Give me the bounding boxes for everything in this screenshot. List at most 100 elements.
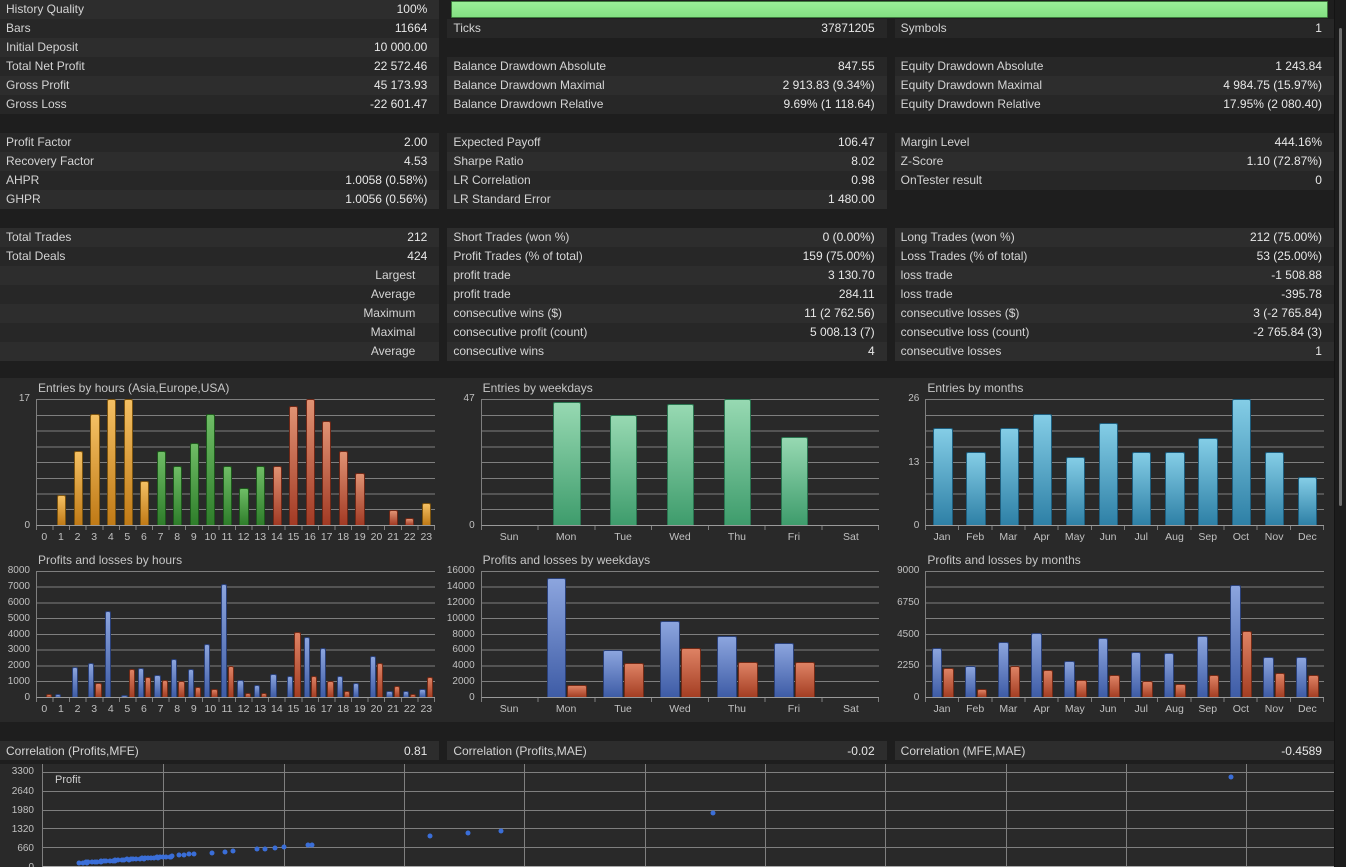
bar bbox=[567, 685, 587, 697]
stat-row: Total Deals424 bbox=[0, 247, 439, 266]
bar bbox=[1198, 438, 1217, 525]
y-axis-labels: 33002640198013206600 bbox=[0, 764, 38, 867]
chart-title: Profits and losses by hours bbox=[38, 553, 182, 567]
stat-row: consecutive profit (count)5 008.13 (7) bbox=[447, 323, 886, 342]
bar bbox=[781, 437, 808, 525]
y-axis-tick-label: 0 bbox=[469, 520, 475, 531]
bar bbox=[1064, 661, 1075, 697]
stat-row bbox=[895, 114, 1334, 133]
stat-row: Recovery Factor4.53 bbox=[0, 152, 439, 171]
x-axis-tick-label: 19 bbox=[352, 531, 369, 545]
bar-slot bbox=[823, 399, 880, 525]
bar-slot bbox=[652, 571, 709, 697]
stat-value: 37871205 bbox=[821, 19, 886, 38]
x-axis-tick-label: Jan bbox=[925, 531, 958, 545]
bar bbox=[327, 681, 333, 697]
stat-row: Maximal bbox=[0, 323, 439, 342]
stat-label: Recovery Factor bbox=[0, 152, 404, 171]
bar-slot bbox=[482, 399, 539, 525]
stats-column-right: Symbols1Equity Drawdown Absolute1 243.84… bbox=[895, 0, 1334, 361]
bar bbox=[1175, 684, 1186, 697]
x-axis-tick-label: 14 bbox=[269, 531, 286, 545]
scatter-section: 33002640198013206600Profit bbox=[0, 764, 1334, 867]
y-axis-tick-label: 0 bbox=[914, 520, 920, 531]
y-axis-tick-label: 0 bbox=[24, 692, 30, 703]
stat-row: Equity Drawdown Relative17.95% (2 080.40… bbox=[895, 95, 1334, 114]
x-axis-tick-label: Feb bbox=[959, 703, 992, 717]
x-axis-tick-label: Mon bbox=[538, 531, 595, 545]
x-axis-tick-label: 21 bbox=[385, 703, 402, 717]
y-axis-labels: 90006750450022500 bbox=[889, 571, 921, 698]
scatter-point bbox=[113, 858, 118, 863]
x-axis-tick-label: Sat bbox=[822, 703, 879, 717]
x-axis-tick-label: 4 bbox=[102, 531, 119, 545]
x-axis-tick-label: Fri bbox=[765, 531, 822, 545]
bar bbox=[1031, 633, 1042, 697]
stat-label: LR Standard Error bbox=[447, 190, 828, 209]
bar bbox=[46, 694, 52, 697]
stat-row bbox=[447, 209, 886, 228]
stat-label: Z-Score bbox=[895, 152, 1247, 171]
bar bbox=[237, 680, 243, 697]
stat-row: Z-Score1.10 (72.87%) bbox=[895, 152, 1334, 171]
scatter-point bbox=[99, 859, 104, 864]
bar-slot bbox=[37, 399, 54, 525]
bar-slot bbox=[136, 571, 153, 697]
stat-value: 45 173.93 bbox=[374, 76, 439, 95]
correlation-cell: Correlation (Profits,MAE)-0.02 bbox=[447, 741, 886, 760]
plot-area bbox=[925, 399, 1324, 526]
bar bbox=[121, 695, 127, 697]
gridline bbox=[163, 764, 164, 866]
stat-value: 1.0058 (0.58%) bbox=[345, 171, 439, 190]
bar-slot bbox=[269, 399, 286, 525]
bar bbox=[410, 694, 416, 697]
bar-slot bbox=[203, 571, 220, 697]
gridline bbox=[645, 764, 646, 866]
scatter-point bbox=[465, 831, 470, 836]
bar bbox=[1010, 666, 1021, 698]
scatter-point bbox=[711, 811, 716, 816]
x-axis-labels: JanFebMarAprMayJunJulAugSepOctNovDec bbox=[925, 531, 1324, 545]
bar bbox=[289, 406, 298, 525]
scrollbar-track[interactable] bbox=[1334, 0, 1346, 867]
stat-label: Equity Drawdown Maximal bbox=[895, 76, 1224, 95]
bar-slot bbox=[959, 399, 992, 525]
bar bbox=[1142, 681, 1153, 697]
stat-label: OnTester result bbox=[895, 171, 1316, 190]
stat-value: 212 (75.00%) bbox=[1250, 228, 1334, 247]
correlation-cell: Correlation (MFE,MAE)-0.4589 bbox=[895, 741, 1334, 760]
bar bbox=[140, 481, 149, 525]
bar bbox=[1098, 638, 1109, 698]
bar-slot bbox=[203, 399, 220, 525]
y-axis-labels: 470 bbox=[445, 399, 477, 526]
bar-slot bbox=[1125, 399, 1158, 525]
x-axis-tick-label: 9 bbox=[185, 703, 202, 717]
x-axis-tick-label: 8 bbox=[169, 531, 186, 545]
correlation-cell: Correlation (Profits,MFE)0.81 bbox=[0, 741, 439, 760]
stat-value: 11664 bbox=[395, 19, 439, 38]
x-axis-tick-label: 0 bbox=[36, 703, 53, 717]
bar bbox=[610, 415, 637, 525]
bar-slot bbox=[335, 571, 352, 697]
chart-title: Entries by months bbox=[927, 381, 1023, 395]
scatter-point bbox=[273, 845, 278, 850]
bar-slot bbox=[186, 571, 203, 697]
bar bbox=[239, 488, 248, 525]
stat-label: Profit Trades (% of total) bbox=[447, 247, 802, 266]
stat-label: Balance Drawdown Relative bbox=[447, 95, 783, 114]
correlation-value: -0.4589 bbox=[1281, 744, 1334, 758]
bar-slot bbox=[993, 571, 1026, 697]
scrollbar-thumb[interactable] bbox=[1339, 28, 1342, 506]
y-axis-tick-label: 9000 bbox=[897, 565, 919, 576]
x-axis-tick-label: 2 bbox=[69, 531, 86, 545]
bar-slot bbox=[120, 399, 137, 525]
x-axis-tick-label: Sat bbox=[822, 531, 879, 545]
x-axis-ticks bbox=[36, 698, 435, 702]
x-axis-tick-label: 18 bbox=[335, 531, 352, 545]
x-axis-tick-label: Thu bbox=[708, 531, 765, 545]
bar bbox=[377, 663, 383, 697]
gridline bbox=[43, 828, 1334, 829]
bar-slot bbox=[418, 399, 435, 525]
y-axis-tick-label: 26 bbox=[908, 393, 919, 404]
x-axis-tick-label: 13 bbox=[252, 531, 269, 545]
